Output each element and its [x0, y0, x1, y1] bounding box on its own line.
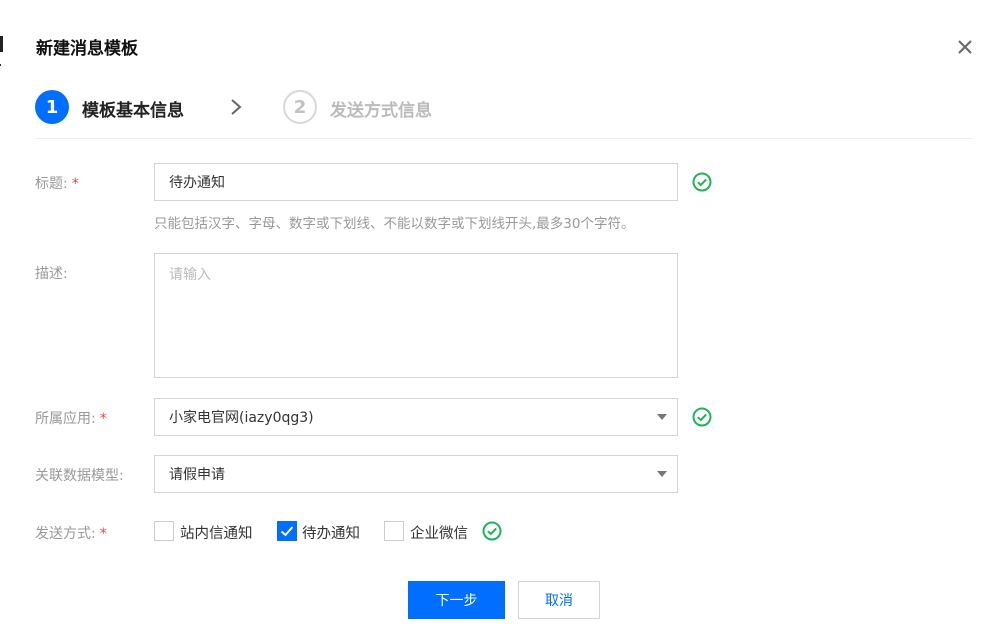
data-model-select[interactable]: 请假申请: [154, 455, 678, 493]
step-2-number: 2: [283, 90, 317, 124]
app-select[interactable]: 小家电官网(iazy0qg3): [154, 398, 678, 436]
step-2-label: 发送方式信息: [330, 101, 432, 121]
check-circle-icon: [692, 172, 712, 192]
title-input[interactable]: 待办通知: [154, 163, 678, 201]
title-hint: 只能包括汉字、字母、数字或下划线、不能以数字或下划线开头,最多30个字符。: [154, 216, 635, 232]
check-circle-icon: [692, 407, 712, 427]
background-window-edge: [0, 36, 3, 52]
dialog-title: 新建消息模板: [36, 39, 138, 59]
description-label: 描述:: [35, 266, 68, 282]
checkbox-label[interactable]: 站内信通知: [180, 522, 253, 543]
checkmark-icon: [280, 526, 294, 537]
close-icon[interactable]: [956, 38, 974, 56]
step-indicator: 1 模板基本信息 2 发送方式信息: [35, 88, 973, 139]
caret-down-icon: [657, 471, 667, 477]
next-step-button[interactable]: 下一步: [408, 581, 505, 619]
checkbox-label[interactable]: 待办通知: [302, 522, 360, 543]
checkbox-wecom[interactable]: [384, 521, 404, 541]
chevron-right-icon: [231, 99, 242, 115]
caret-down-icon: [657, 414, 667, 420]
cancel-button[interactable]: 取消: [518, 581, 600, 619]
check-circle-icon: [482, 521, 502, 541]
title-label: 标题: *: [35, 176, 79, 192]
background-window-line: [0, 64, 1, 66]
checkbox-label[interactable]: 企业微信: [410, 522, 468, 543]
checkbox-todo-notice[interactable]: [277, 521, 297, 541]
checkbox-in-site-message[interactable]: [154, 521, 174, 541]
data-model-label: 关联数据模型:: [35, 468, 124, 484]
new-message-template-dialog: 新建消息模板 1 模板基本信息 2 发送方式信息 标题: * 待办通知 只能包括汉…: [6, 0, 997, 643]
send-method-label: 发送方式: *: [35, 526, 107, 542]
step-1-label: 模板基本信息: [82, 101, 184, 121]
app-label: 所属应用: *: [35, 411, 107, 427]
step-1-number: 1: [35, 90, 69, 124]
description-textarea[interactable]: 请输入: [154, 253, 678, 378]
